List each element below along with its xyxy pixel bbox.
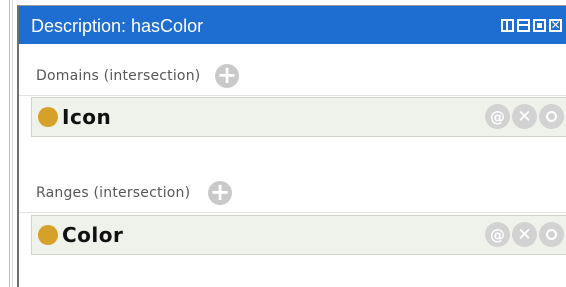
at-icon: @ [490,107,505,126]
edit-button[interactable] [539,222,564,247]
ranges-section-header: Ranges (intersection) + [19,174,566,213]
edit-button[interactable] [539,104,564,129]
delete-icon: ✕ [517,224,532,245]
domains-label: Domains (intersection) [36,68,201,84]
at-icon: @ [490,225,505,244]
split-horizontal-icon[interactable] [517,19,530,32]
delete-button[interactable]: ✕ [512,222,537,247]
panel-title: Description: hasColor [31,16,204,36]
delete-button[interactable]: ✕ [512,104,537,129]
outer-frame-line [9,0,10,287]
description-panel: Description: hasColor ✕ Domains (interse… [17,5,566,287]
panel-title-bar[interactable]: Description: hasColor ✕ [19,6,566,44]
annotate-button[interactable]: @ [485,104,510,129]
ranges-label: Ranges (intersection) [36,185,191,201]
range-entity-label: Color [62,223,124,247]
domains-section-header: Domains (intersection) + [19,57,566,96]
plus-icon: + [216,61,238,89]
split-vertical-icon[interactable] [501,19,514,32]
range-row-actions: @ ✕ [485,222,564,247]
add-domain-button[interactable]: + [215,61,239,89]
window-controls: ✕ [501,19,562,32]
outer-frame-line-inner [12,0,13,287]
maximize-icon[interactable] [533,19,546,32]
annotate-button[interactable]: @ [485,222,510,247]
circle-icon [546,229,557,240]
domain-entity-label: Icon [62,105,112,129]
domain-row-actions: @ ✕ [485,104,564,129]
class-dot-icon [38,225,58,245]
plus-icon: + [209,178,231,206]
delete-icon: ✕ [517,106,532,127]
class-dot-icon [38,107,58,127]
range-entity-row[interactable]: Color @ ✕ [31,215,566,255]
close-icon[interactable]: ✕ [549,19,562,32]
domain-entity-row[interactable]: Icon @ ✕ [31,97,566,137]
circle-icon [546,111,557,122]
add-range-button[interactable]: + [208,178,232,206]
